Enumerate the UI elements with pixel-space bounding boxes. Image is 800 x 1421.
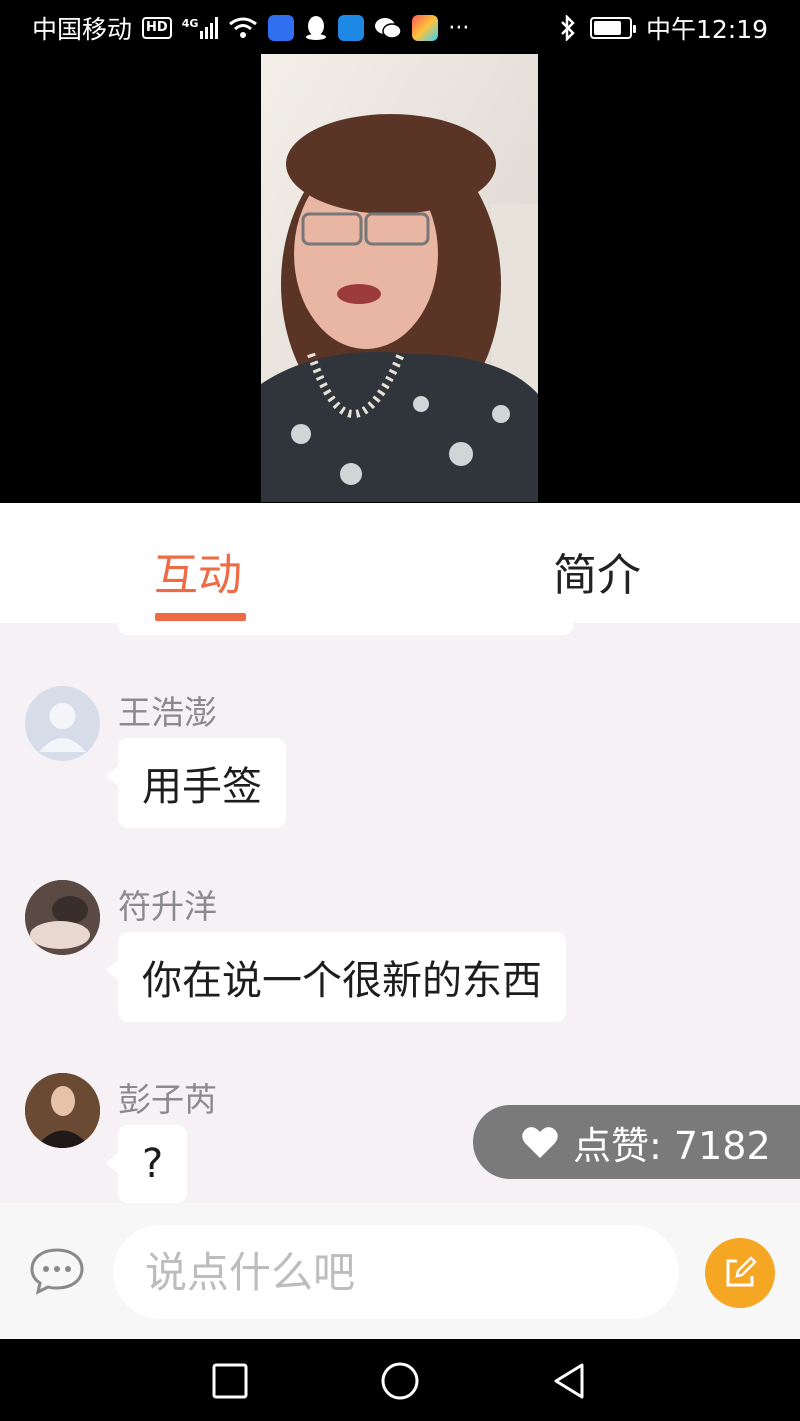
status-bar: 中国移动 HD 4G ··· 中午12:19 xyxy=(0,0,800,54)
comment-input-bar xyxy=(0,1203,800,1339)
edit-icon xyxy=(726,1256,757,1287)
video-player[interactable] xyxy=(0,54,800,502)
message-bubble: 用手签 xyxy=(106,738,286,828)
active-tab-indicator xyxy=(155,613,246,621)
comment-input[interactable] xyxy=(113,1225,679,1319)
message-bubble: ? xyxy=(105,1125,188,1203)
recents-square-icon[interactable] xyxy=(208,1359,252,1403)
carrier-name: 中国移动 xyxy=(32,15,133,44)
bulb-app-icon xyxy=(268,15,295,41)
message-bubble: 你在说一个很新的东西 xyxy=(106,932,566,1022)
app-icon xyxy=(412,15,439,41)
like-label: 点赞 xyxy=(573,1123,650,1168)
signal-icon xyxy=(200,17,219,39)
tab-intro[interactable]: 简介 xyxy=(553,539,641,603)
back-triangle-icon[interactable] xyxy=(548,1359,592,1403)
wifi-icon xyxy=(229,17,258,38)
system-nav-bar xyxy=(0,1339,800,1421)
default-avatar-icon[interactable] xyxy=(25,686,100,761)
wechat-icon xyxy=(375,18,403,39)
user-avatar[interactable] xyxy=(25,1073,100,1148)
battery-icon xyxy=(589,17,636,39)
like-button[interactable]: 点赞: 7182 xyxy=(473,1105,800,1179)
hd-badge: HD xyxy=(142,17,172,39)
clock: 中午12:19 xyxy=(645,15,768,44)
live-video-frame[interactable] xyxy=(261,54,538,502)
user-avatar[interactable] xyxy=(25,880,100,955)
like-separator: : xyxy=(649,1123,662,1168)
bluetooth-icon xyxy=(561,15,575,41)
previous-message-bubble xyxy=(118,623,573,635)
message-username: 王浩澎 xyxy=(118,693,217,732)
weather-app-icon xyxy=(338,15,365,41)
tab-interaction[interactable]: 互动 xyxy=(154,539,242,603)
chat-bubble-icon[interactable] xyxy=(28,1246,86,1296)
network-type: 4G xyxy=(181,17,199,30)
message-username: 符升洋 xyxy=(118,887,217,926)
qq-icon xyxy=(306,16,327,40)
home-circle-icon[interactable] xyxy=(378,1359,422,1403)
like-count: 7182 xyxy=(673,1123,771,1168)
tab-bar: 互动 简介 xyxy=(0,503,800,623)
edit-button[interactable] xyxy=(705,1238,775,1308)
message-username: 彭子芮 xyxy=(118,1080,217,1119)
more-notifications-icon: ··· xyxy=(448,15,470,41)
heart-icon xyxy=(522,1127,558,1158)
